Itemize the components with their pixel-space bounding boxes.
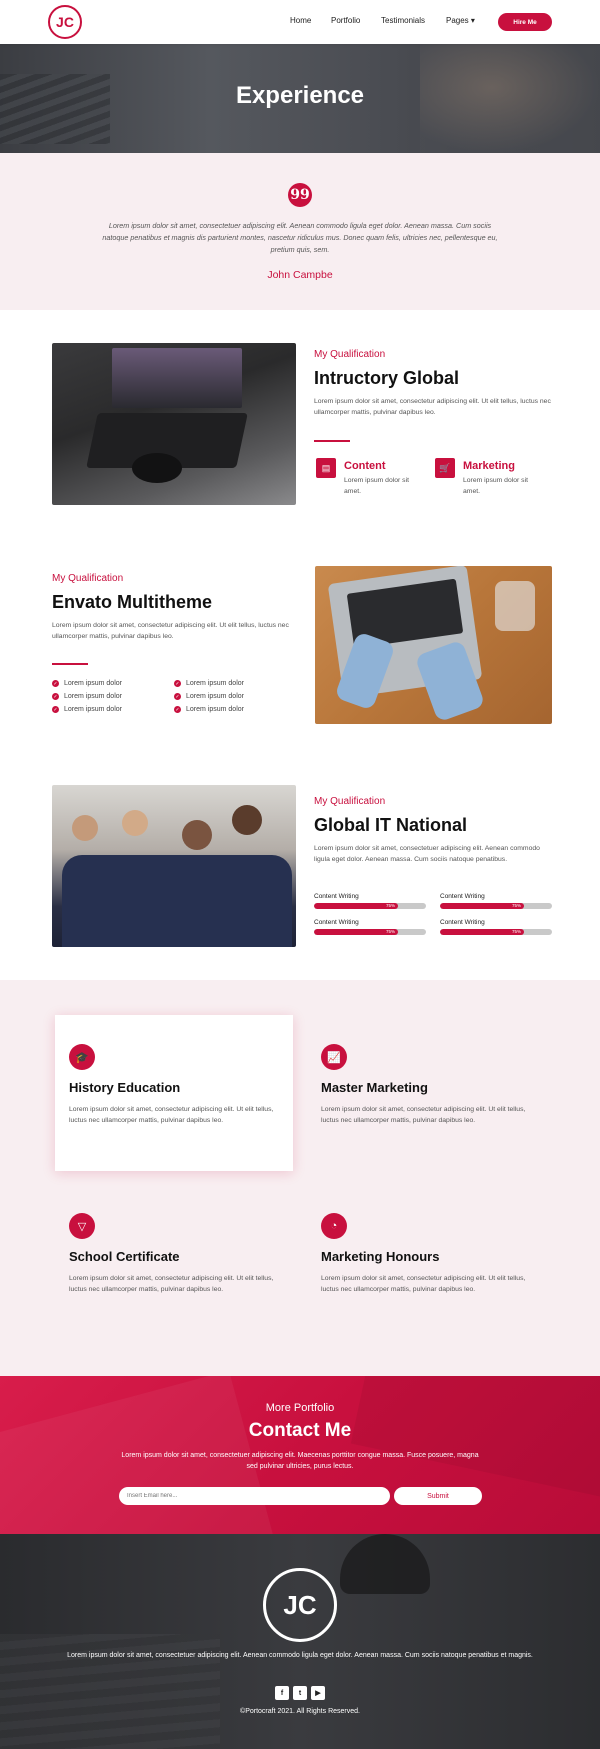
hire-me-button[interactable]: Hire Me — [498, 13, 552, 31]
copyright: ©Portocraft 2021. All Rights Reserved. — [240, 1708, 360, 1715]
service-text: Lorem ipsum dolor sit amet, consectetur … — [69, 1106, 274, 1124]
nav-pages-label: Pages — [446, 16, 469, 25]
testimonial-text: Lorem ipsum dolor sit amet, consectetuer… — [102, 221, 498, 254]
cart-icon: 🛒 — [435, 458, 455, 478]
skill-bar-fill: 75% — [440, 903, 524, 909]
divider — [52, 663, 88, 665]
check-item: ✓ Lorem ipsum dolor — [52, 693, 122, 700]
nav-home-link[interactable]: Home — [290, 16, 311, 25]
check-label: Lorem ipsum dolor — [64, 680, 122, 687]
service-title: Master Marketing — [321, 1080, 428, 1095]
contact-title: Contact Me — [248, 1420, 352, 1441]
top-navbar: JC Home Portfolio Testimonials Pages ▾ H… — [0, 0, 600, 44]
skill-bar-fill: 75% — [440, 929, 524, 935]
quote-icon: 99 — [288, 183, 312, 207]
nav-pages-link[interactable]: Pages ▾ — [446, 16, 475, 25]
skill-value: 75% — [511, 903, 521, 908]
check-icon: ✓ — [174, 706, 181, 713]
check-item: ✓ Lorem ipsum dolor — [174, 693, 244, 700]
footer-text: Lorem ipsum dolor sit amet, consectetuer… — [67, 1652, 533, 1659]
nav-portfolio-link[interactable]: Portfolio — [331, 16, 360, 25]
check-icon: ✓ — [174, 680, 181, 687]
contact-kicker: More Portfolio — [265, 1402, 335, 1414]
service-text: Lorem ipsum dolor sit amet, consectetur … — [69, 1275, 274, 1293]
skill-bar: 75% — [440, 903, 552, 909]
feature-title: Content — [344, 460, 386, 472]
document-icon: ▤ — [316, 458, 336, 478]
section1-title: Intructory Global — [314, 368, 460, 388]
section2-text: Lorem ipsum dolor sit amet, consectetur … — [52, 622, 289, 640]
skill-bar-fill: 75% — [314, 929, 398, 935]
skill-bar-fill: 75% — [314, 903, 398, 909]
skill-value: 75% — [511, 929, 521, 934]
check-label: Lorem ipsum dolor — [186, 693, 244, 700]
service-text: Lorem ipsum dolor sit amet, consectetur … — [321, 1275, 526, 1293]
check-item: ✓ Lorem ipsum dolor — [174, 706, 244, 713]
check-item: ✓ Lorem ipsum dolor — [174, 680, 244, 687]
feature-title: Marketing — [463, 460, 515, 472]
section1-text: Lorem ipsum dolor sit amet, consectetur … — [314, 398, 551, 416]
check-label: Lorem ipsum dolor — [64, 706, 122, 713]
section3-kicker: My Qualification — [314, 796, 386, 807]
service-title: School Certificate — [69, 1249, 180, 1264]
check-item: ✓ Lorem ipsum dolor — [52, 706, 122, 713]
facebook-icon[interactable]: f — [275, 1686, 289, 1700]
section2-kicker: My Qualification — [52, 573, 124, 584]
skill-bar: 75% — [440, 929, 552, 935]
skill-label: Content Writing — [440, 893, 485, 900]
skill-value: 75% — [385, 903, 395, 908]
chevron-down-icon: ▾ — [470, 16, 475, 25]
skill-label: Content Writing — [314, 919, 359, 926]
check-label: Lorem ipsum dolor — [186, 680, 244, 687]
badge-icon: ▽ — [69, 1213, 95, 1239]
section2-title: Envato Multitheme — [52, 592, 213, 612]
service-title: History Education — [69, 1080, 181, 1095]
tablet-desk-image — [52, 343, 296, 505]
graduation-cap-icon: 🎓 — [69, 1044, 95, 1070]
skill-value: 75% — [385, 929, 395, 934]
section3-text: Lorem ipsum dolor sit amet, consectetuer… — [314, 845, 540, 863]
pie-chart-icon: ◔ — [321, 1213, 347, 1239]
audience-clapping-image — [52, 785, 296, 947]
service-title: Marketing Honours — [321, 1249, 440, 1264]
divider — [314, 440, 350, 442]
check-icon: ✓ — [52, 706, 59, 713]
service-text: Lorem ipsum dolor sit amet, consectetur … — [321, 1106, 526, 1124]
check-label: Lorem ipsum dolor — [186, 706, 244, 713]
email-field[interactable] — [119, 1487, 390, 1505]
testimonial-author: John Campbe — [267, 269, 333, 281]
check-icon: ✓ — [174, 693, 181, 700]
twitter-icon[interactable]: t — [293, 1686, 307, 1700]
submit-button[interactable]: Submit — [394, 1487, 482, 1505]
youtube-icon[interactable]: ▶ — [311, 1686, 325, 1700]
check-label: Lorem ipsum dolor — [64, 693, 122, 700]
feature-text: Lorem ipsum dolor sit amet. — [463, 477, 528, 495]
logo[interactable]: JC — [48, 5, 82, 39]
contact-text: Lorem ipsum dolor sit amet, consectetuer… — [121, 1452, 479, 1470]
check-icon: ✓ — [52, 693, 59, 700]
check-item: ✓ Lorem ipsum dolor — [52, 680, 122, 687]
coffee-mug-image — [340, 1534, 430, 1594]
check-icon: ✓ — [52, 680, 59, 687]
footer-logo[interactable]: JC — [263, 1568, 337, 1642]
page-title: Experience — [235, 82, 365, 109]
chart-icon: 📈 — [321, 1044, 347, 1070]
nav-testimonials-link[interactable]: Testimonials — [381, 16, 425, 25]
skill-label: Content Writing — [314, 893, 359, 900]
section3-title: Global IT National — [314, 815, 468, 835]
skill-label: Content Writing — [440, 919, 485, 926]
section1-kicker: My Qualification — [314, 349, 386, 360]
feature-text: Lorem ipsum dolor sit amet. — [344, 477, 409, 495]
laptop-hands-image — [315, 566, 552, 724]
skill-bar: 75% — [314, 903, 426, 909]
skill-bar: 75% — [314, 929, 426, 935]
